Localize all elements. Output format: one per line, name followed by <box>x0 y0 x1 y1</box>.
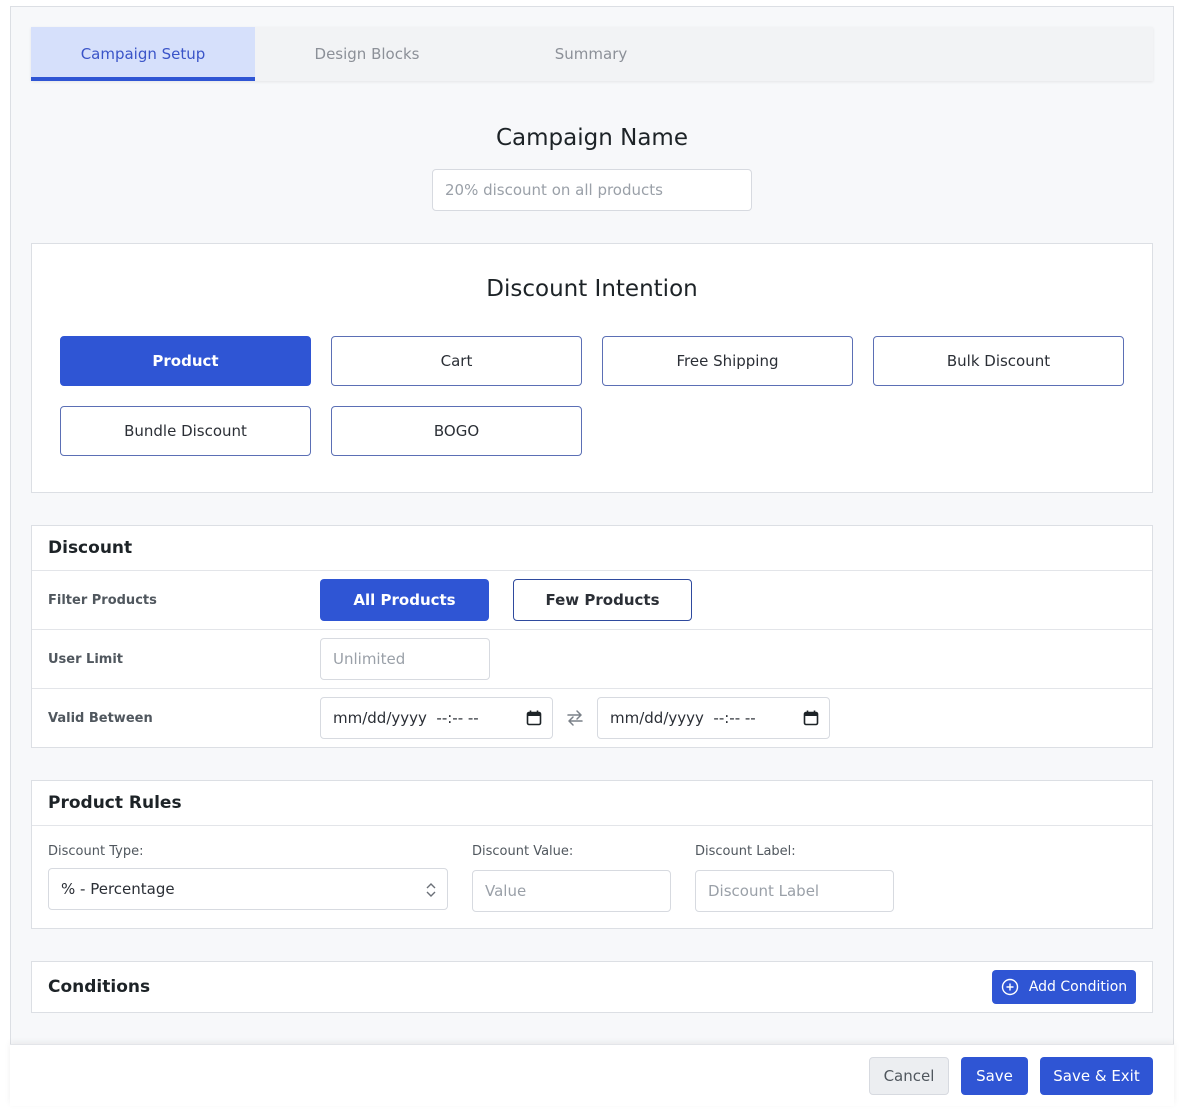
discount-type-value: % - Percentage <box>61 880 175 898</box>
save-exit-button[interactable]: Save & Exit <box>1040 1057 1153 1095</box>
add-condition-button[interactable]: Add Condition <box>992 970 1136 1004</box>
intention-free-shipping-button[interactable]: Free Shipping <box>602 336 853 386</box>
product-rules-title: Product Rules <box>32 781 1152 826</box>
cancel-button[interactable]: Cancel <box>869 1057 949 1095</box>
conditions-title: Conditions <box>48 977 151 997</box>
tab-summary[interactable]: Summary <box>479 27 703 81</box>
discount-intention-heading: Discount Intention <box>486 276 698 302</box>
plus-circle-icon <box>1001 978 1019 996</box>
end-date-text: mm/dd/yyyy --:-- -- <box>610 709 756 727</box>
user-limit-row: User Limit <box>32 630 1152 689</box>
discount-label-label: Discount Label: <box>695 844 796 859</box>
calendar-icon[interactable] <box>803 710 819 726</box>
all-products-button[interactable]: All Products <box>320 579 489 621</box>
user-limit-input[interactable] <box>320 638 490 680</box>
discount-value-label: Discount Value: <box>472 844 574 859</box>
intention-bulk-discount-button[interactable]: Bulk Discount <box>873 336 1124 386</box>
filter-products-row: Filter Products All Products Few Product… <box>32 571 1152 630</box>
discount-type-label: Discount Type: <box>48 844 144 859</box>
few-products-button[interactable]: Few Products <box>513 579 692 621</box>
tab-bar: Campaign Setup Design Blocks Summary <box>31 27 1153 81</box>
discount-section-title: Discount <box>32 526 1152 571</box>
filter-products-label: Filter Products <box>48 592 157 608</box>
conditions-section: Conditions Add Condition <box>31 961 1153 1013</box>
add-condition-label: Add Condition <box>1028 979 1128 995</box>
intention-product-button[interactable]: Product <box>60 336 311 386</box>
product-rules-section: Product Rules Discount Type: % - Percent… <box>31 780 1153 929</box>
valid-between-label: Valid Between <box>48 711 153 726</box>
campaign-name-input[interactable] <box>432 169 752 211</box>
discount-intention-card: Discount Intention Product Cart Free Shi… <box>31 243 1153 493</box>
footer-actions: Cancel Save Save & Exit <box>10 1044 1174 1106</box>
tab-campaign-setup[interactable]: Campaign Setup <box>31 27 255 81</box>
swap-arrows-icon <box>567 710 583 726</box>
discount-value-input[interactable] <box>472 870 671 912</box>
discount-label-input[interactable] <box>695 870 894 912</box>
calendar-icon[interactable] <box>526 710 542 726</box>
campaign-name-heading: Campaign Name <box>496 125 688 151</box>
campaign-editor: Campaign Setup Design Blocks Summary Cam… <box>10 6 1174 1105</box>
save-button[interactable]: Save <box>961 1057 1028 1095</box>
end-date-input[interactable]: mm/dd/yyyy --:-- -- <box>597 697 830 739</box>
user-limit-label: User Limit <box>48 651 124 667</box>
intention-bundle-discount-button[interactable]: Bundle Discount <box>60 406 311 456</box>
intention-cart-button[interactable]: Cart <box>331 336 582 386</box>
start-date-input[interactable]: mm/dd/yyyy --:-- -- <box>320 697 553 739</box>
tab-design-blocks[interactable]: Design Blocks <box>255 27 479 81</box>
intention-bogo-button[interactable]: BOGO <box>331 406 582 456</box>
start-date-text: mm/dd/yyyy --:-- -- <box>333 709 479 727</box>
valid-between-row: Valid Between mm/dd/yyyy --:-- -- mm/dd/… <box>32 689 1152 748</box>
discount-section: Discount Filter Products All Products Fe… <box>31 525 1153 748</box>
discount-type-select[interactable]: % - Percentage <box>48 868 448 910</box>
select-arrows-icon <box>426 883 436 897</box>
